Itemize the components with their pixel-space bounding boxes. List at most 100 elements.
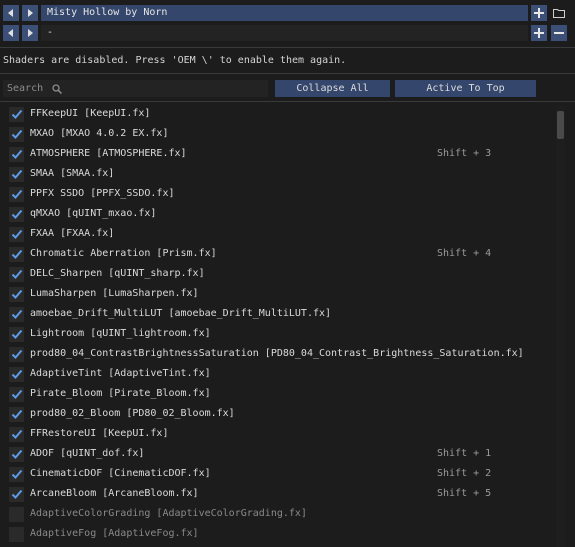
effect-checkbox[interactable] [9,227,24,242]
effect-name: ArcaneBloom [ArcaneBloom.fx] [30,488,199,499]
effect-name: FXAA [FXAA.fx] [30,228,115,239]
effect-checkbox[interactable] [9,247,24,262]
effect-row[interactable]: FFRestoreUI [KeepUI.fx] [9,424,549,444]
effect-row[interactable]: Chromatic Aberration [Prism.fx] Shift + 4 [9,244,549,264]
effect-hotkey: Shift + 5 [437,488,492,499]
active-to-top-button[interactable]: Active To Top [395,80,536,97]
effect-checkbox[interactable] [9,267,24,282]
effect-name: ADOF [qUINT_dof.fx] [30,448,145,459]
effect-row[interactable]: AdaptiveTint [AdaptiveTint.fx] [9,364,549,384]
checkmark-icon [11,389,22,399]
add-button[interactable] [531,25,547,41]
effect-name: AdaptiveFog [AdaptiveFog.fx] [30,528,199,539]
effect-checkbox[interactable] [9,347,24,362]
effect-name: prod80_04_ContrastBrightnessSaturation [… [30,348,524,359]
effect-name: FFRestoreUI [KeepUI.fx] [30,428,169,439]
prev-button[interactable] [3,25,19,41]
effect-hotkey: Shift + 2 [437,468,492,479]
effect-row[interactable]: LumaSharpen [LumaSharpen.fx] [9,284,549,304]
checkmark-icon [11,229,22,239]
plus-icon [534,28,544,38]
effect-checkbox[interactable] [9,187,24,202]
effect-checkbox[interactable] [9,507,24,522]
prev-preset-button[interactable] [3,5,19,21]
folder-icon [553,9,565,18]
secondary-selector[interactable]: - [41,25,528,41]
collapse-all-button[interactable]: Collapse All [275,80,390,97]
effect-row[interactable]: prod80_04_ContrastBrightnessSaturation [… [9,344,549,364]
checkmark-icon [11,489,22,499]
effect-row[interactable]: MXAO [MXAO 4.0.2 EX.fx] [9,124,549,144]
effect-name: MXAO [MXAO 4.0.2 EX.fx] [30,128,169,139]
effect-checkbox[interactable] [9,287,24,302]
effect-name: amoebae_Drift_MultiLUT [amoebae_Drift_Mu… [30,308,332,319]
effect-row[interactable]: PPFX SSDO [PPFX_SSDO.fx] [9,184,549,204]
checkmark-icon [11,209,22,219]
effect-checkbox[interactable] [9,527,24,542]
effect-checkbox[interactable] [9,427,24,442]
checkmark-icon [11,409,22,419]
effect-checkbox[interactable] [9,327,24,342]
scrollbar-track[interactable] [556,106,565,547]
checkmark-icon [11,349,22,359]
effect-row[interactable]: AdaptiveColorGrading [AdaptiveColorGradi… [9,504,549,524]
effect-name: qMXAO [qUINT_mxao.fx] [30,208,157,219]
effect-name: ATMOSPHERE [ATMOSPHERE.fx] [30,148,187,159]
effect-checkbox[interactable] [9,487,24,502]
search-placeholder: Search [7,83,44,94]
effect-row[interactable]: AdaptiveFog [AdaptiveFog.fx] [9,524,549,544]
checkmark-icon [11,129,22,139]
effect-hotkey: Shift + 3 [437,148,492,159]
checkmark-icon [11,289,22,299]
effect-checkbox[interactable] [9,367,24,382]
effect-row[interactable]: SMAA [SMAA.fx] [9,164,549,184]
effect-row[interactable]: prod80_02_Bloom [PD80_02_Bloom.fx] [9,404,549,424]
effect-checkbox[interactable] [9,207,24,222]
effect-checkbox[interactable] [9,167,24,182]
checkmark-icon [11,469,22,479]
divider [0,101,575,102]
effect-row[interactable]: amoebae_Drift_MultiLUT [amoebae_Drift_Mu… [9,304,549,324]
checkmark-icon [11,449,22,459]
effect-row[interactable]: ArcaneBloom [ArcaneBloom.fx] Shift + 5 [9,484,549,504]
checkmark-icon [11,369,22,379]
effect-row[interactable]: FFKeepUI [KeepUI.fx] [9,104,549,124]
effect-row[interactable]: ATMOSPHERE [ATMOSPHERE.fx] Shift + 3 [9,144,549,164]
effect-checkbox[interactable] [9,387,24,402]
effect-row[interactable]: DELC_Sharpen [qUINT_sharp.fx] [9,264,549,284]
shaders-disabled-message: Shaders are disabled. Press 'OEM \' to e… [3,55,347,66]
effect-name: CinematicDOF [CinematicDOF.fx] [30,468,211,479]
open-folder-button[interactable] [551,5,567,21]
effect-checkbox[interactable] [9,127,24,142]
checkmark-icon [11,429,22,439]
effect-row[interactable]: FXAA [FXAA.fx] [9,224,549,244]
effect-row[interactable]: qMXAO [qUINT_mxao.fx] [9,204,549,224]
effect-name: Lightroom [qUINT_lightroom.fx] [30,328,211,339]
preset-selector[interactable]: Misty Hollow by Norn [41,5,528,21]
effect-row[interactable]: ADOF [qUINT_dof.fx] Shift + 1 [9,444,549,464]
minus-icon [554,32,564,34]
search-input[interactable]: Search [3,80,268,97]
effect-checkbox[interactable] [9,467,24,482]
effect-row[interactable]: Pirate_Bloom [Pirate_Bloom.fx] [9,384,549,404]
effect-checkbox[interactable] [9,307,24,322]
effect-name: DELC_Sharpen [qUINT_sharp.fx] [30,268,205,279]
next-button[interactable] [22,25,38,41]
remove-button[interactable] [551,25,567,41]
effect-checkbox[interactable] [9,147,24,162]
scrollbar-thumb[interactable] [557,111,564,139]
checkmark-icon [11,149,22,159]
effect-row[interactable]: CinematicDOF [CinematicDOF.fx] Shift + 2 [9,464,549,484]
effect-checkbox[interactable] [9,447,24,462]
effect-row[interactable]: Lightroom [qUINT_lightroom.fx] [9,324,549,344]
chevron-right-icon [28,9,33,17]
add-preset-button[interactable] [531,5,547,21]
effect-checkbox[interactable] [9,407,24,422]
chevron-left-icon [8,9,13,17]
checkmark-icon [11,169,22,179]
checkmark-icon [11,329,22,339]
next-preset-button[interactable] [22,5,38,21]
effect-checkbox[interactable] [9,107,24,122]
effect-name: AdaptiveColorGrading [AdaptiveColorGradi… [30,508,307,519]
effect-name: SMAA [SMAA.fx] [30,168,115,179]
